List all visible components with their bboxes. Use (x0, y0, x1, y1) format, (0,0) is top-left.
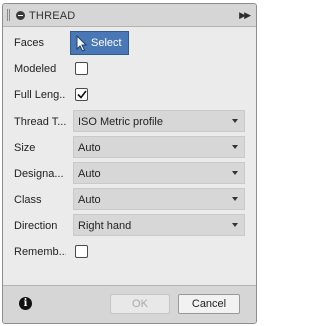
full-length-row: Full Leng... (3, 83, 256, 107)
designation-row: Designa... Auto (3, 162, 256, 186)
direction-dropdown[interactable]: Right hand (73, 214, 245, 236)
designation-dropdown[interactable]: Auto (73, 162, 245, 184)
size-value: Auto (78, 142, 101, 154)
dropdown-arrow-icon (232, 197, 238, 201)
checkmark-icon (77, 90, 87, 99)
class-label: Class (14, 194, 42, 206)
cursor-icon (76, 35, 88, 52)
thread-dialog: THREAD ▶▶ Faces Select Modeled Full Leng… (2, 3, 257, 324)
expand-panel-icon[interactable]: ▶▶ (239, 11, 251, 20)
modeled-label: Modeled (14, 63, 57, 75)
size-dropdown[interactable]: Auto (73, 136, 245, 158)
full-length-label: Full Leng... (14, 89, 66, 101)
size-label: Size (14, 142, 36, 154)
dialog-title: THREAD (29, 10, 76, 22)
info-icon[interactable]: i (19, 297, 32, 310)
direction-row: Direction Right hand (3, 214, 256, 238)
size-row: Size Auto (3, 136, 256, 160)
thread-type-row: Thread T... ISO Metric profile (3, 110, 256, 134)
class-value: Auto (78, 194, 101, 206)
dialog-titlebar[interactable]: THREAD ▶▶ (3, 4, 256, 27)
remember-checkbox[interactable] (75, 245, 88, 258)
dropdown-arrow-icon (232, 119, 238, 123)
dropdown-arrow-icon (232, 171, 238, 175)
class-row: Class Auto (3, 188, 256, 212)
ok-button[interactable]: OK (110, 294, 170, 314)
designation-value: Auto (78, 168, 101, 180)
remember-label: Rememb... (14, 246, 66, 258)
dropdown-arrow-icon (232, 223, 238, 227)
class-dropdown[interactable]: Auto (73, 188, 245, 210)
designation-label: Designa... (14, 168, 64, 180)
thread-type-dropdown[interactable]: ISO Metric profile (73, 110, 245, 132)
direction-value: Right hand (78, 220, 132, 232)
faces-label: Faces (14, 37, 44, 49)
direction-label: Direction (14, 220, 58, 232)
dialog-footer: i OK Cancel (3, 285, 256, 323)
drag-grip-icon[interactable] (7, 9, 10, 21)
cancel-button[interactable]: Cancel (178, 294, 240, 314)
full-length-checkbox[interactable] (75, 88, 88, 101)
select-button-label: Select (91, 37, 122, 49)
select-faces-button[interactable]: Select (70, 31, 129, 55)
remember-row: Rememb... (3, 240, 256, 264)
dropdown-arrow-icon (232, 145, 238, 149)
thread-type-value: ISO Metric profile (78, 116, 163, 128)
modeled-checkbox[interactable] (75, 62, 88, 75)
thread-type-label: Thread T... (14, 116, 66, 128)
faces-row: Faces Select (3, 31, 256, 55)
collapse-icon[interactable] (16, 11, 25, 20)
modeled-row: Modeled (3, 57, 256, 81)
